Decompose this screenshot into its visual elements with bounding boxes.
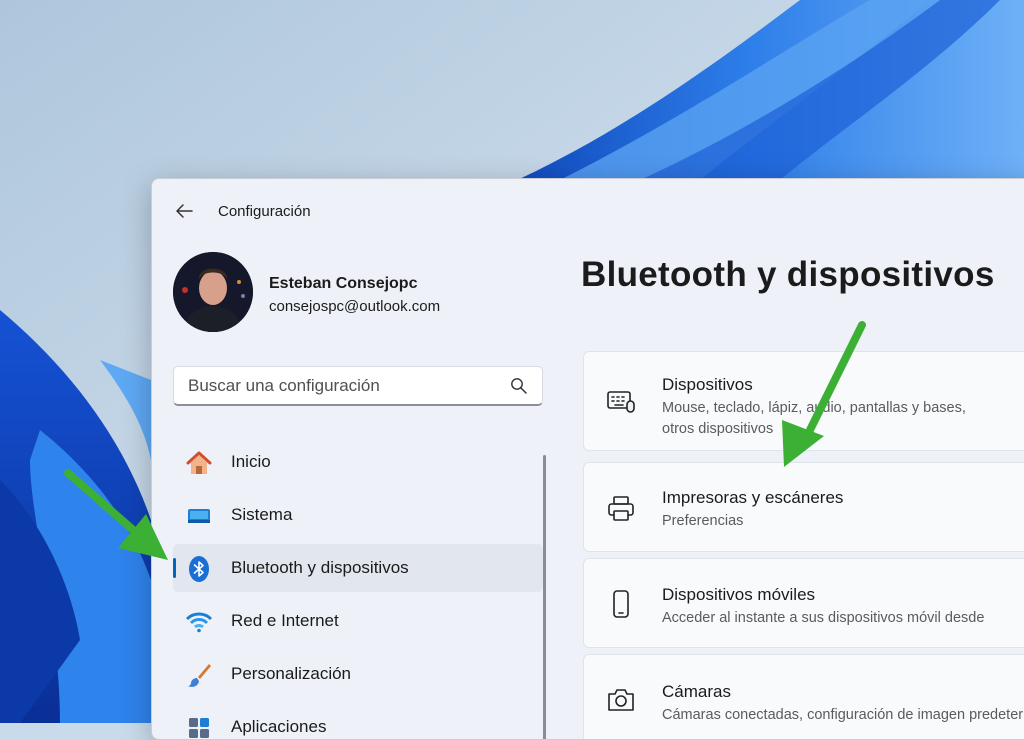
card-title: Dispositivos — [662, 375, 753, 394]
card-impresoras[interactable]: Impresoras y escáneres Preferencias — [583, 462, 1024, 552]
sidebar-item-personalizacion[interactable]: Personalización — [173, 650, 543, 698]
card-title: Cámaras — [662, 682, 731, 701]
sidebar-item-sistema[interactable]: Sistema — [173, 491, 543, 539]
page-title: Bluetooth y dispositivos — [581, 255, 995, 294]
sidebar-item-inicio[interactable]: Inicio — [173, 438, 543, 486]
sidebar-item-label: Personalización — [231, 664, 352, 683]
search-input[interactable] — [174, 367, 522, 405]
card-title: Dispositivos móviles — [662, 585, 816, 604]
card-description: Acceder al instante a sus dispositivos m… — [662, 610, 985, 626]
card-description: Preferencias — [662, 513, 744, 529]
devices-icon — [607, 391, 635, 413]
sidebar-scrollbar[interactable] — [543, 455, 546, 739]
user-photo — [173, 252, 253, 332]
card-camaras[interactable]: Cámaras Cámaras conectadas, configuració… — [583, 654, 1024, 739]
app-title: Configuración — [218, 203, 311, 220]
brush-icon — [188, 664, 211, 687]
sidebar-item-label: Bluetooth y dispositivos — [231, 558, 409, 577]
card-title: Impresoras y escáneres — [662, 488, 844, 507]
sidebar-item-label: Sistema — [231, 505, 293, 524]
back-button[interactable] — [170, 197, 198, 225]
printer-icon — [608, 496, 634, 521]
user-name: Esteban Consejopc — [269, 275, 418, 292]
phone-icon — [613, 590, 629, 618]
search-icon[interactable] — [510, 377, 528, 395]
back-arrow-icon — [176, 204, 193, 218]
sidebar-item-label: Aplicaciones — [231, 717, 327, 736]
bluetooth-icon — [189, 556, 209, 582]
sidebar-item-label: Red e Internet — [231, 611, 339, 630]
selection-indicator — [173, 558, 176, 578]
apps-icon — [189, 718, 209, 738]
card-dispositivos[interactable]: Dispositivos Mouse, teclado, lápiz, audi… — [583, 351, 1024, 451]
home-icon — [186, 451, 212, 474]
sidebar-nav: Inicio Sistema Bluetooth y dispositivos — [173, 438, 543, 739]
system-icon — [188, 509, 210, 523]
search-box[interactable] — [173, 366, 543, 406]
sidebar-item-red[interactable]: Red e Internet — [173, 597, 543, 645]
wifi-icon — [185, 612, 213, 633]
sidebar-item-aplicaciones[interactable]: Aplicaciones — [173, 703, 543, 739]
settings-window: Configuración Esteban Consejopc consejos… — [151, 178, 1024, 740]
sidebar-item-label: Inicio — [231, 452, 271, 471]
user-email: consejospc@outlook.com — [269, 298, 441, 315]
sidebar-item-bluetooth[interactable]: Bluetooth y dispositivos — [173, 544, 543, 592]
card-description: otros dispositivos — [662, 421, 774, 437]
card-moviles[interactable]: Dispositivos móviles Acceder al instante… — [583, 558, 1024, 648]
camera-icon — [608, 689, 634, 711]
avatar[interactable] — [173, 252, 253, 332]
card-description: Mouse, teclado, lápiz, audio, pantallas … — [662, 400, 966, 416]
